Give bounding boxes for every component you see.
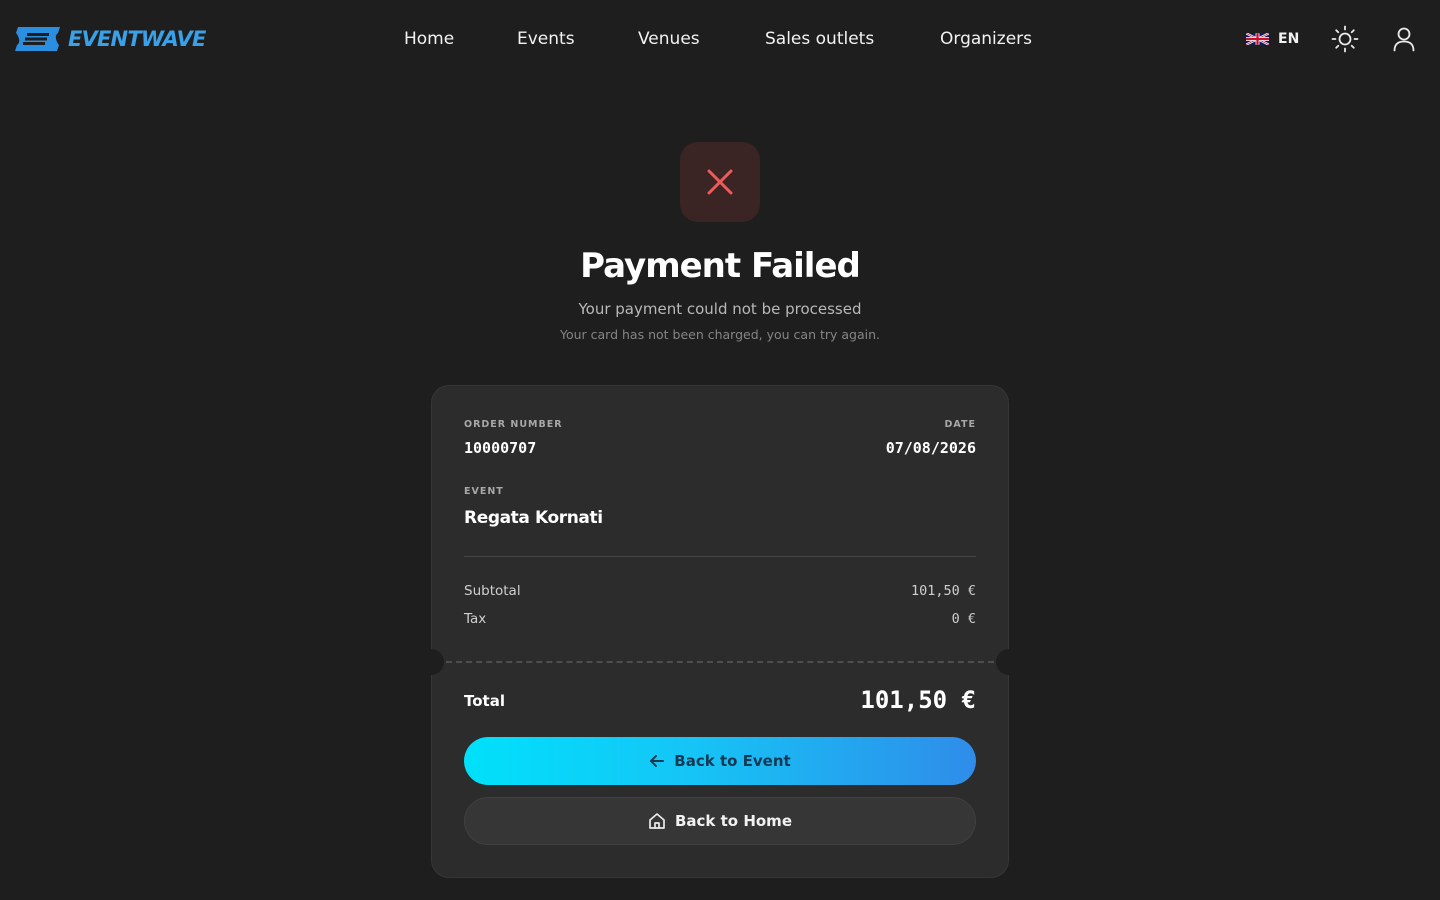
- nav-item-venues[interactable]: Venues: [638, 26, 700, 52]
- ticket-notch-right: [996, 649, 1022, 675]
- subtotal-value: 101,50 €: [910, 583, 976, 599]
- payment-failed-badge: [680, 142, 760, 222]
- back-to-home-label: Back to Home: [674, 812, 792, 830]
- user-icon: [1393, 27, 1415, 52]
- order-summary-card: ORDER NUMBER 10000707 DATE 07/08/2026 EV…: [418, 385, 1022, 878]
- subtotal-label: Subtotal: [464, 583, 521, 599]
- event-name: Regata Kornati: [464, 508, 603, 528]
- nav-item-events[interactable]: Events: [517, 26, 575, 52]
- uk-flag-icon: [1246, 33, 1269, 45]
- tax-value: 0 €: [951, 611, 976, 627]
- nav-item-sales-outlets[interactable]: Sales outlets: [765, 26, 874, 52]
- language-selector[interactable]: EN: [1246, 28, 1299, 50]
- divider: [464, 556, 976, 557]
- brand-logo[interactable]: EVENTWAVE: [15, 25, 206, 53]
- page-title: Payment Failed: [580, 246, 861, 286]
- ticket-notch-left: [418, 649, 444, 675]
- back-to-home-button[interactable]: Back to Home: [464, 797, 976, 845]
- theme-toggle-button[interactable]: [1330, 24, 1360, 54]
- status-subtitle: Your payment could not be processed: [578, 300, 862, 318]
- nav-item-home[interactable]: Home: [404, 26, 454, 52]
- date-value: 07/08/2026: [885, 439, 976, 457]
- order-number-value: 10000707: [464, 439, 537, 457]
- status-note: Your card has not been charged, you can …: [559, 327, 881, 342]
- account-button[interactable]: [1391, 26, 1417, 52]
- language-code: EN: [1278, 31, 1300, 47]
- back-to-event-button[interactable]: Back to Event: [464, 737, 976, 785]
- top-navigation-bar: EVENTWAVE Home Events Venues Sales outle…: [0, 0, 1440, 78]
- date-label: DATE: [944, 419, 976, 430]
- brand-name: EVENTWAVE: [68, 27, 206, 51]
- order-number-label: ORDER NUMBER: [464, 419, 563, 430]
- home-icon: [649, 813, 665, 829]
- arrow-left-icon: [650, 755, 665, 767]
- ticket-logo-icon: [15, 27, 60, 51]
- event-label: EVENT: [464, 486, 504, 497]
- tax-label: Tax: [464, 611, 487, 627]
- total-label: Total: [464, 692, 505, 710]
- total-value: 101,50 €: [860, 686, 976, 714]
- back-to-event-label: Back to Event: [674, 752, 791, 770]
- sun-icon: [1331, 25, 1359, 53]
- nav-item-organizers[interactable]: Organizers: [940, 26, 1032, 52]
- ticket-perforation: [446, 661, 994, 663]
- close-icon: [707, 169, 733, 195]
